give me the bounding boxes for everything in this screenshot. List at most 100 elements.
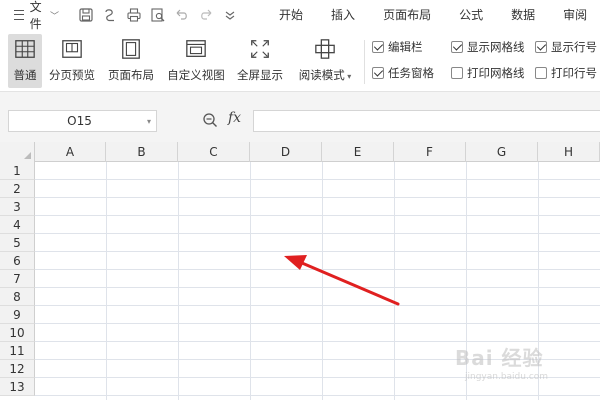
customize-dropdown-icon[interactable]	[221, 6, 239, 24]
row-header[interactable]: 11	[0, 342, 35, 360]
page-break-preview-icon	[59, 36, 85, 62]
checkbox-show-gridlines[interactable]: 显示网格线	[451, 39, 525, 55]
page-break-preview-button[interactable]: 分页预览	[46, 34, 98, 88]
checkbox-label: 打印行号	[551, 66, 597, 80]
column-header[interactable]: D	[250, 142, 322, 162]
spreadsheet-window: 文件 ﹀ 开始 插入 页面布局 公式 数据 审阅 普通 分页预览 页面布局 自定…	[0, 0, 600, 400]
column-header[interactable]: F	[394, 142, 466, 162]
row-header[interactable]: 7	[0, 270, 35, 288]
grid-line	[35, 323, 600, 324]
formula-input[interactable]	[253, 110, 600, 132]
row-header[interactable]: 2	[0, 180, 35, 198]
column-header[interactable]: E	[322, 142, 394, 162]
grid-line	[35, 269, 600, 270]
normal-view-icon	[12, 36, 38, 62]
dropdown-arrow-icon: ▾	[344, 72, 352, 81]
undo-history-icon[interactable]	[101, 6, 119, 24]
chevron-down-icon: ﹀	[50, 11, 60, 22]
custom-view-icon	[183, 36, 209, 62]
row-header[interactable]: 3	[0, 198, 35, 216]
normal-view-button[interactable]: 普通	[8, 34, 42, 88]
row-header[interactable]: 8	[0, 288, 35, 306]
grid-line	[35, 305, 600, 306]
checkbox-label: 编辑栏	[388, 40, 423, 54]
row-header[interactable]: 6	[0, 252, 35, 270]
view-label: 全屏显示	[237, 68, 283, 82]
select-all-corner[interactable]	[0, 142, 35, 162]
ribbon-view-panel: 普通 分页预览 页面布局 自定义视图 全屏显示 阅读模式 ▾ 编辑栏 任务窗格 …	[0, 30, 600, 92]
view-label: 普通	[13, 68, 37, 82]
divider	[364, 40, 365, 84]
grid-line	[35, 215, 600, 216]
row-header[interactable]: 13	[0, 378, 35, 396]
column-header[interactable]: C	[178, 142, 250, 162]
grid-line	[35, 251, 600, 252]
column-header[interactable]: A	[35, 142, 106, 162]
checkbox-label: 打印网格线	[467, 66, 525, 80]
name-box[interactable]: O15 ▾	[8, 110, 157, 132]
checkbox-box[interactable]	[451, 67, 463, 79]
page-layout-view-button[interactable]: 页面布局	[104, 34, 158, 88]
file-menu[interactable]: 文件 ﹀	[0, 0, 60, 31]
grid-line	[35, 287, 600, 288]
checkbox-box[interactable]	[372, 67, 384, 79]
custom-view-button[interactable]: 自定义视图	[164, 34, 228, 88]
tab-page-layout[interactable]: 页面布局	[369, 0, 445, 30]
row-header[interactable]: 12	[0, 360, 35, 378]
tab-home[interactable]: 开始	[265, 0, 317, 30]
reading-mode-icon	[312, 36, 338, 62]
fullscreen-button[interactable]: 全屏显示	[234, 34, 286, 88]
tab-insert[interactable]: 插入	[317, 0, 369, 30]
column-header[interactable]: B	[106, 142, 178, 162]
quick-access-toolbar	[77, 6, 239, 24]
tab-review[interactable]: 审阅	[549, 0, 600, 30]
tab-data[interactable]: 数据	[497, 0, 549, 30]
ribbon-tabs: 开始 插入 页面布局 公式 数据 审阅	[265, 0, 600, 30]
file-menu-label: 文件	[29, 0, 42, 31]
checkbox-label: 任务窗格	[388, 66, 434, 80]
undo-icon[interactable]	[173, 6, 191, 24]
checkbox-task-pane[interactable]: 任务窗格	[372, 65, 434, 81]
view-label: 阅读模式 ▾	[298, 68, 352, 82]
checkbox-label: 显示行号	[551, 40, 597, 54]
row-header[interactable]: 5	[0, 234, 35, 252]
checkbox-box[interactable]	[535, 41, 547, 53]
watermark-logo-text: Bai 经验	[455, 346, 544, 370]
grid-line	[35, 233, 600, 234]
watermark-url: jingyan.baidu.com	[465, 372, 549, 382]
grid-line	[35, 197, 600, 198]
row-header[interactable]: 10	[0, 324, 35, 342]
formula-bar: O15 ▾ fx	[0, 92, 600, 142]
row-header[interactable]: 9	[0, 306, 35, 324]
chevron-down-icon[interactable]: ▾	[142, 117, 156, 126]
row-header[interactable]: 1	[0, 162, 35, 180]
row-header[interactable]: 4	[0, 216, 35, 234]
checkbox-formula-bar[interactable]: 编辑栏	[372, 39, 423, 55]
checkbox-show-row-numbers[interactable]: 显示行号	[535, 39, 597, 55]
column-header[interactable]: G	[466, 142, 538, 162]
checkbox-label: 显示网格线	[467, 40, 525, 54]
checkbox-print-gridlines[interactable]: 打印网格线	[451, 65, 525, 81]
checkbox-box[interactable]	[535, 67, 547, 79]
save-icon[interactable]	[77, 6, 95, 24]
tab-formulas[interactable]: 公式	[445, 0, 497, 30]
page-layout-view-icon	[118, 36, 144, 62]
hamburger-icon	[14, 10, 24, 20]
reading-mode-button[interactable]: 阅读模式 ▾	[294, 34, 356, 88]
menu-bar: 文件 ﹀ 开始 插入 页面布局 公式 数据 审阅	[0, 0, 600, 31]
grid-line	[35, 179, 600, 180]
print-preview-icon[interactable]	[149, 6, 167, 24]
insert-function-button[interactable]: fx	[228, 110, 241, 126]
print-icon[interactable]	[125, 6, 143, 24]
redo-icon[interactable]	[197, 6, 215, 24]
checkbox-box[interactable]	[451, 41, 463, 53]
cell-reference: O15	[67, 114, 92, 128]
zoom-search-icon[interactable]	[202, 112, 218, 128]
checkbox-print-row-numbers[interactable]: 打印行号	[535, 65, 597, 81]
column-header[interactable]: H	[538, 142, 600, 162]
checkbox-box[interactable]	[372, 41, 384, 53]
watermark: Bai 经验 jingyan.baidu.com	[455, 342, 595, 392]
view-label: 自定义视图	[167, 68, 225, 82]
view-label: 分页预览	[49, 68, 95, 82]
fullscreen-icon	[247, 36, 273, 62]
